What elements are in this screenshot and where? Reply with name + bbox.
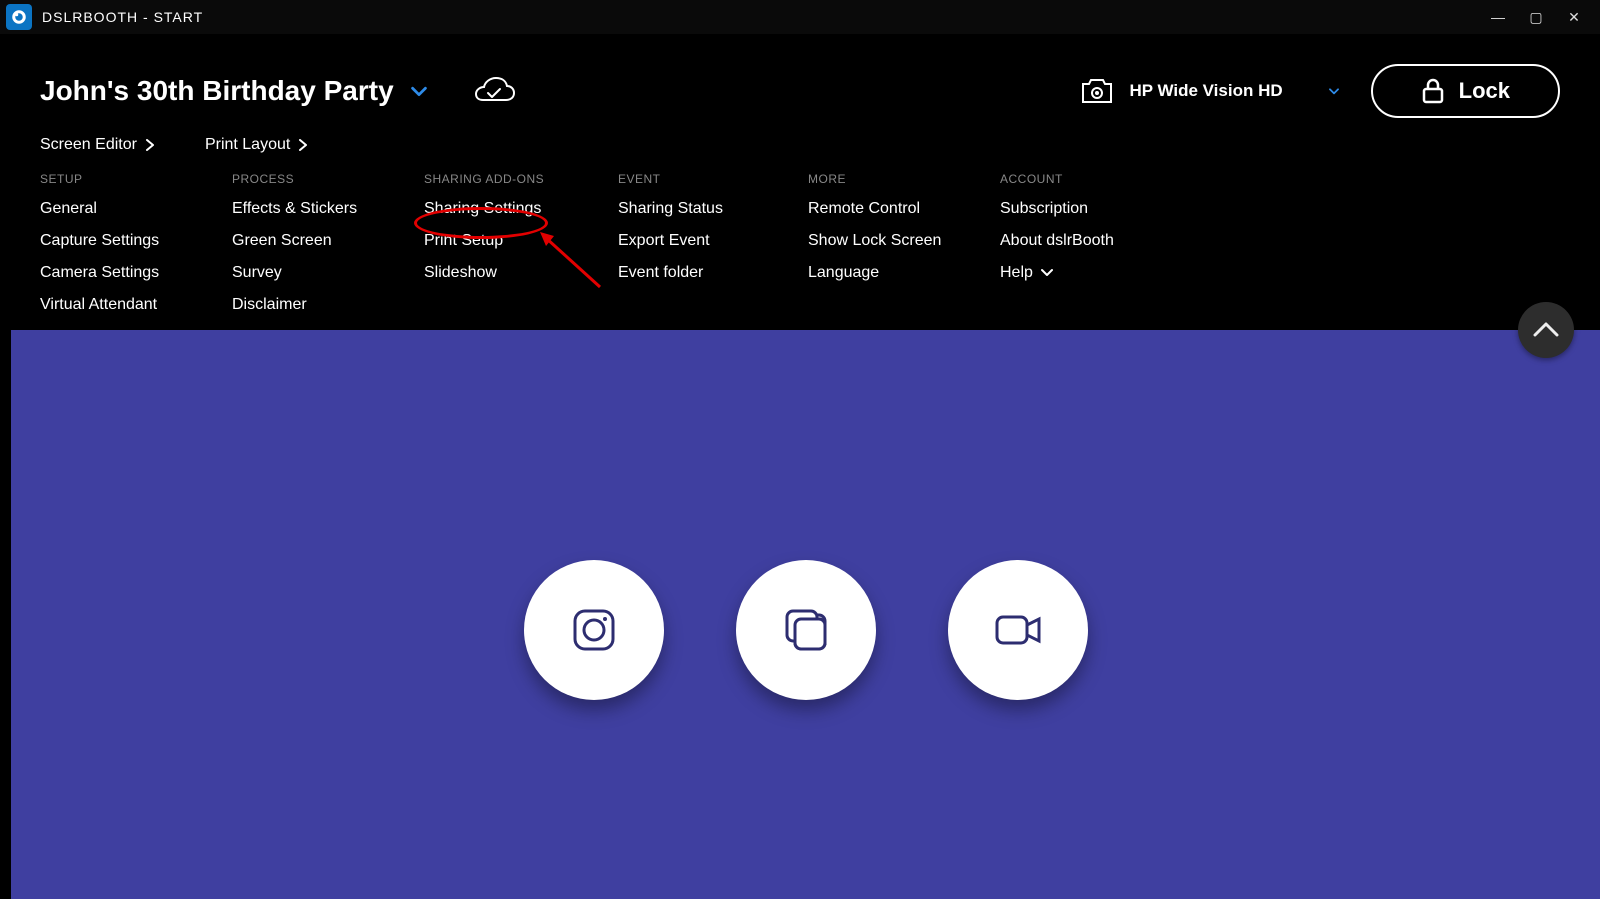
menu-item-show-lock-screen[interactable]: Show Lock Screen (808, 232, 1000, 250)
chevron-right-icon (145, 139, 155, 151)
menu-item-sharing-settings[interactable]: Sharing Settings (424, 200, 618, 218)
menu-col-sharing: SHARING ADD-ONS Sharing Settings Print S… (424, 172, 618, 328)
screen-editor-label: Screen Editor (40, 136, 137, 154)
header-menu: John's 30th Birthday Party HP Wide Visio… (0, 34, 1600, 352)
menu-columns: SETUP General Capture Settings Camera Se… (40, 172, 1560, 328)
menu-heading: MORE (808, 172, 1000, 186)
chevron-down-icon (408, 80, 430, 102)
menu-item-effects-stickers[interactable]: Effects & Stickers (232, 200, 424, 218)
menu-item-language[interactable]: Language (808, 264, 1000, 282)
lock-button[interactable]: Lock (1371, 64, 1560, 118)
titlebar: DSLRBOOTH - START — ▢ ✕ (0, 0, 1600, 34)
camera-icon (567, 603, 621, 657)
chevron-down-icon (1041, 268, 1053, 278)
window-controls: — ▢ ✕ (1486, 9, 1594, 26)
menu-heading: EVENT (618, 172, 808, 186)
menu-heading: SETUP (40, 172, 232, 186)
menu-item-event-folder[interactable]: Event folder (618, 264, 808, 282)
menu-item-help[interactable]: Help (1000, 264, 1200, 282)
menu-item-green-screen[interactable]: Green Screen (232, 232, 424, 250)
capture-photo-button[interactable] (524, 560, 664, 700)
stack-icon (779, 603, 833, 657)
menu-col-more: MORE Remote Control Show Lock Screen Lan… (808, 172, 1000, 328)
menu-item-capture-settings[interactable]: Capture Settings (40, 232, 232, 250)
video-icon (991, 603, 1045, 657)
print-layout-link[interactable]: Print Layout (205, 136, 308, 154)
main-stage (11, 330, 1600, 899)
menu-item-survey[interactable]: Survey (232, 264, 424, 282)
menu-col-event: EVENT Sharing Status Export Event Event … (618, 172, 808, 328)
event-name-label: John's 30th Birthday Party (40, 75, 394, 107)
menu-heading: SHARING ADD-ONS (424, 172, 618, 186)
menu-heading: PROCESS (232, 172, 424, 186)
menu-col-process: PROCESS Effects & Stickers Green Screen … (232, 172, 424, 328)
menu-item-export-event[interactable]: Export Event (618, 232, 808, 250)
cloud-sync-icon[interactable] (470, 76, 516, 106)
camera-settings-icon (1079, 76, 1115, 106)
menu-item-remote-control[interactable]: Remote Control (808, 200, 1000, 218)
minimize-button[interactable]: — (1486, 9, 1510, 26)
camera-label: HP Wide Vision HD (1129, 81, 1282, 101)
collapse-menu-button[interactable] (1518, 302, 1574, 358)
app-window: DSLRBOOTH - START — ▢ ✕ John's 30th Birt… (0, 0, 1600, 899)
print-layout-label: Print Layout (205, 136, 290, 154)
menu-item-print-setup[interactable]: Print Setup (424, 232, 618, 250)
close-button[interactable]: ✕ (1562, 9, 1586, 26)
lock-label: Lock (1459, 78, 1510, 104)
capture-actions (524, 560, 1088, 700)
menu-item-disclaimer[interactable]: Disclaimer (232, 296, 424, 314)
chevron-down-icon (1327, 84, 1341, 98)
event-name-dropdown[interactable]: John's 30th Birthday Party (40, 75, 430, 107)
screen-editor-link[interactable]: Screen Editor (40, 136, 155, 154)
capture-video-button[interactable] (948, 560, 1088, 700)
app-logo-icon (6, 4, 32, 30)
capture-burst-button[interactable] (736, 560, 876, 700)
menu-item-label: Help (1000, 264, 1033, 282)
camera-selector[interactable]: HP Wide Vision HD (1079, 76, 1340, 106)
menu-heading: ACCOUNT (1000, 172, 1200, 186)
menu-item-subscription[interactable]: Subscription (1000, 200, 1200, 218)
lock-icon (1421, 78, 1445, 104)
menu-col-setup: SETUP General Capture Settings Camera Se… (40, 172, 232, 328)
menu-col-account: ACCOUNT Subscription About dslrBooth Hel… (1000, 172, 1200, 328)
header-top-row: John's 30th Birthday Party HP Wide Visio… (40, 64, 1560, 118)
chevron-up-icon (1533, 321, 1559, 339)
header-right-controls: HP Wide Vision HD Lock (1079, 64, 1560, 118)
menu-item-slideshow[interactable]: Slideshow (424, 264, 618, 282)
menu-item-sharing-status[interactable]: Sharing Status (618, 200, 808, 218)
header-sub-row: Screen Editor Print Layout (40, 136, 1560, 154)
window-title: DSLRBOOTH - START (42, 9, 203, 25)
menu-item-general[interactable]: General (40, 200, 232, 218)
chevron-right-icon (298, 139, 308, 151)
menu-item-about[interactable]: About dslrBooth (1000, 232, 1200, 250)
menu-item-camera-settings[interactable]: Camera Settings (40, 264, 232, 282)
maximize-button[interactable]: ▢ (1524, 9, 1548, 26)
menu-item-virtual-attendant[interactable]: Virtual Attendant (40, 296, 232, 314)
